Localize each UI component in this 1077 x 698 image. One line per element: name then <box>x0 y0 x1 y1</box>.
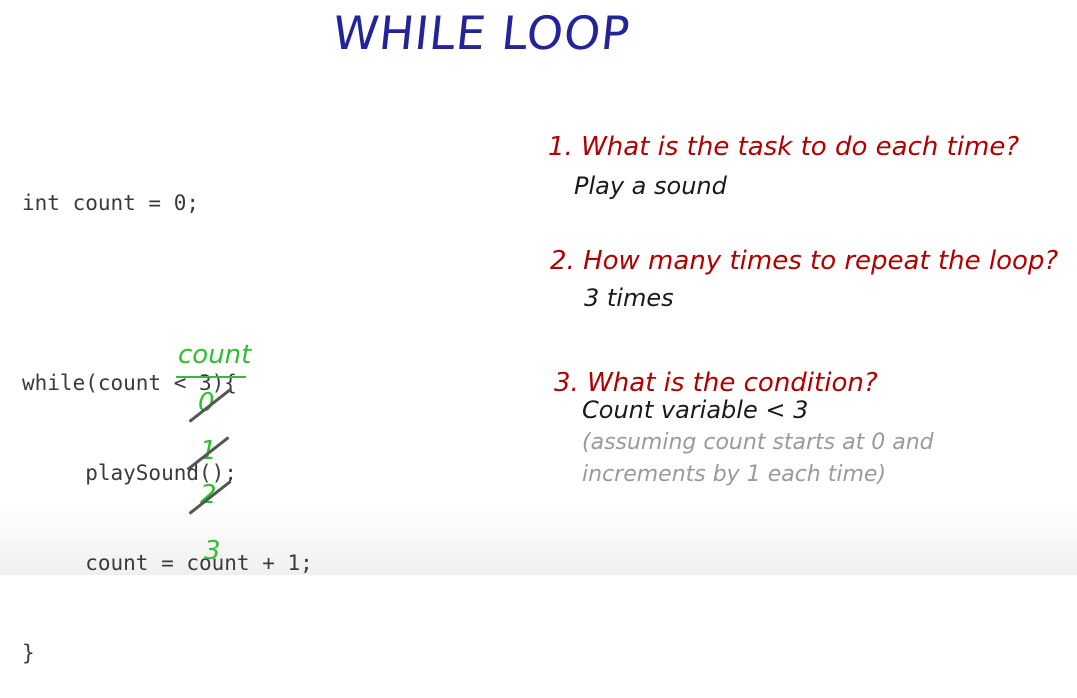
code-line: while(count < 3){ <box>22 371 237 395</box>
question-3: 3. What is the condition? <box>554 368 878 398</box>
count-underline <box>176 376 246 378</box>
code-line: count = count + 1; <box>22 551 313 575</box>
code-line: } <box>22 641 35 665</box>
count-header: count <box>178 340 252 370</box>
question-1: 1. What is the task to do each time? <box>548 132 1020 162</box>
answer-2: 3 times <box>584 284 674 312</box>
note-line: increments by 1 each time) <box>582 462 887 487</box>
count-value: 3 <box>204 536 221 566</box>
answer-1: Play a sound <box>574 172 727 200</box>
code-line: playSound(); <box>22 461 237 485</box>
code-block: int count = 0; while(count < 3){ playSou… <box>22 128 313 698</box>
note-line: (assuming count starts at 0 and <box>582 430 934 455</box>
answer-3: Count variable < 3 <box>582 396 809 424</box>
slide-title: WHILE LOOP <box>330 6 633 60</box>
code-line: int count = 0; <box>22 191 200 215</box>
question-2: 2. How many times to repeat the loop? <box>550 246 1059 276</box>
